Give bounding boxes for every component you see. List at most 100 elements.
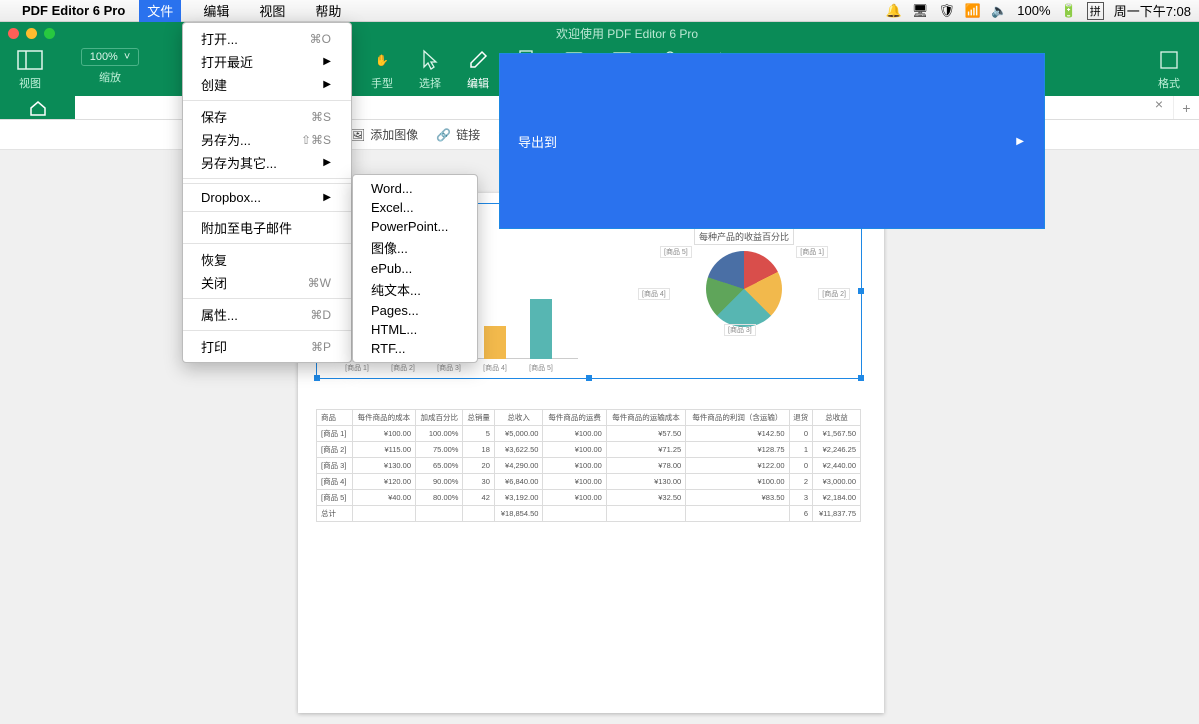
- ribbon-format[interactable]: 格式: [1145, 48, 1193, 91]
- sales-table: 商品每件商品的成本加成百分比总销量总收入每件商品的运费每件商品的运输成本每件商品…: [316, 409, 861, 522]
- table-cell: ¥4,290.00: [494, 458, 543, 474]
- export-word[interactable]: Word...: [353, 179, 477, 198]
- export-text[interactable]: 纯文本...: [353, 278, 477, 301]
- table-header-cell: 每件商品的运输成本: [606, 410, 685, 426]
- menu-revert[interactable]: 恢复: [183, 248, 351, 271]
- sidebar-icon: [17, 48, 43, 72]
- battery-icon[interactable]: 🔋: [1061, 3, 1077, 19]
- table-header-cell: 总收入: [494, 410, 543, 426]
- table-footer-cell: [352, 506, 415, 522]
- ribbon-hand-label: 手型: [371, 75, 393, 91]
- battery-text: 100%: [1017, 3, 1050, 18]
- table-header-row: 商品每件商品的成本加成百分比总销量总收入每件商品的运费每件商品的运输成本每件商品…: [317, 410, 861, 426]
- resize-handle-se[interactable]: [858, 375, 864, 381]
- table-cell: 75.00%: [416, 442, 463, 458]
- resize-handle-e[interactable]: [858, 288, 864, 294]
- table-cell: 42: [463, 490, 494, 506]
- table-footer-cell: 总计: [317, 506, 353, 522]
- menu-file[interactable]: 文件: [139, 0, 181, 22]
- menu-print[interactable]: 打印⌘P: [183, 335, 351, 358]
- export-submenu: Word... Excel... PowerPoint... 图像... ePu…: [352, 174, 478, 363]
- menu-close-label: 关闭: [201, 273, 227, 292]
- window-zoom-button[interactable]: [44, 28, 55, 39]
- table-cell: ¥57.50: [606, 426, 685, 442]
- menu-save-as[interactable]: 另存为...⇧⌘S: [183, 128, 351, 151]
- table-footer-cell: ¥11,837.75: [813, 506, 861, 522]
- menu-open-recent[interactable]: 打开最近▶: [183, 50, 351, 73]
- ribbon-edit[interactable]: 编辑: [454, 48, 502, 91]
- hand-icon: ✋: [375, 48, 389, 72]
- tb-link[interactable]: 🔗链接: [436, 126, 480, 143]
- table-header-cell: 每件商品的成本: [352, 410, 415, 426]
- ribbon-format-label: 格式: [1158, 75, 1180, 91]
- export-image[interactable]: 图像...: [353, 236, 477, 259]
- wifi-icon[interactable]: 📶: [965, 3, 981, 19]
- ribbon-select-label: 选择: [419, 75, 441, 91]
- ime-indicator[interactable]: 拼: [1087, 2, 1104, 20]
- tab-add-button[interactable]: +: [1173, 96, 1199, 119]
- table-header-cell: 商品: [317, 410, 353, 426]
- tb-add-image[interactable]: 🖼添加图像: [350, 126, 418, 143]
- menu-attach-email-label: 附加至电子邮件: [201, 218, 292, 237]
- table-cell: [商品 5]: [317, 490, 353, 506]
- ribbon-view[interactable]: 视图: [6, 48, 54, 91]
- table-footer-cell: [543, 506, 606, 522]
- tab-close-button[interactable]: ×: [1145, 96, 1173, 119]
- export-epub[interactable]: ePub...: [353, 259, 477, 278]
- table-cell: ¥2,246.25: [813, 442, 861, 458]
- menu-dropbox-label: Dropbox...: [201, 190, 261, 205]
- export-text-label: 纯文本...: [371, 280, 421, 299]
- menu-print-shortcut: ⌘P: [311, 340, 331, 354]
- home-tab[interactable]: [0, 96, 75, 119]
- chevron-down-icon: ˅: [124, 51, 130, 63]
- ribbon-hand[interactable]: ✋ 手型: [358, 48, 406, 91]
- zoom-select[interactable]: 100% ˅: [81, 48, 140, 66]
- menu-save-as-other-label: 另存为其它...: [201, 153, 277, 172]
- menu-export-to[interactable]: 导出到▶: [499, 53, 1045, 229]
- ribbon-zoom[interactable]: 100% ˅ 缩放: [72, 48, 148, 85]
- window-close-button[interactable]: [8, 28, 19, 39]
- menu-dropbox[interactable]: Dropbox...▶: [183, 188, 351, 207]
- menu-close-shortcut: ⌘W: [308, 276, 331, 290]
- export-pages[interactable]: Pages...: [353, 301, 477, 320]
- menu-properties[interactable]: 属性...⌘D: [183, 303, 351, 326]
- menu-help[interactable]: 帮助: [307, 0, 349, 22]
- menu-open[interactable]: 打开...⌘O: [183, 27, 351, 50]
- table-cell: ¥83.50: [686, 490, 789, 506]
- table-cell: 3: [789, 490, 812, 506]
- menu-attach-email[interactable]: 附加至电子邮件: [183, 216, 351, 239]
- table-cell: ¥6,840.00: [494, 474, 543, 490]
- export-excel[interactable]: Excel...: [353, 198, 477, 217]
- menu-edit[interactable]: 编辑: [195, 0, 237, 22]
- ribbon-select[interactable]: 选择: [406, 48, 454, 91]
- volume-icon[interactable]: 🔈: [991, 3, 1007, 19]
- export-pages-label: Pages...: [371, 303, 419, 318]
- export-powerpoint[interactable]: PowerPoint...: [353, 217, 477, 236]
- shield-icon[interactable]: 🛡: [938, 3, 955, 19]
- app-name[interactable]: PDF Editor 6 Pro: [22, 3, 125, 18]
- menu-save-as-other[interactable]: 另存为其它...▶: [183, 151, 351, 174]
- export-html[interactable]: HTML...: [353, 320, 477, 339]
- resize-handle-s[interactable]: [586, 375, 592, 381]
- table-cell: 20: [463, 458, 494, 474]
- menu-create[interactable]: 创建▶: [183, 73, 351, 96]
- mac-menubar: PDF Editor 6 Pro 文件 编辑 视图 帮助 🔔 🖥 🛡 📶 🔈 1…: [0, 0, 1199, 22]
- notification-icon[interactable]: 🔔: [886, 3, 902, 19]
- menu-close[interactable]: 关闭 ⌘W: [183, 271, 351, 294]
- menu-view[interactable]: 视图: [251, 0, 293, 22]
- display-icon[interactable]: 🖥: [912, 3, 929, 19]
- format-icon: [1159, 48, 1179, 72]
- table-cell: ¥5,000.00: [494, 426, 543, 442]
- table-header-cell: 加成百分比: [416, 410, 463, 426]
- table-header-cell: 每件商品的运费: [543, 410, 606, 426]
- menu-create-label: 创建: [201, 75, 227, 94]
- resize-handle-sw[interactable]: [314, 375, 320, 381]
- table-cell: ¥128.75: [686, 442, 789, 458]
- table-cell: ¥100.00: [352, 426, 415, 442]
- clock[interactable]: 周一下午7:08: [1114, 1, 1191, 20]
- table-header-cell: 总收益: [813, 410, 861, 426]
- export-rtf[interactable]: RTF...: [353, 339, 477, 358]
- edit-icon: [468, 48, 488, 72]
- menu-save[interactable]: 保存⌘S: [183, 105, 351, 128]
- window-minimize-button[interactable]: [26, 28, 37, 39]
